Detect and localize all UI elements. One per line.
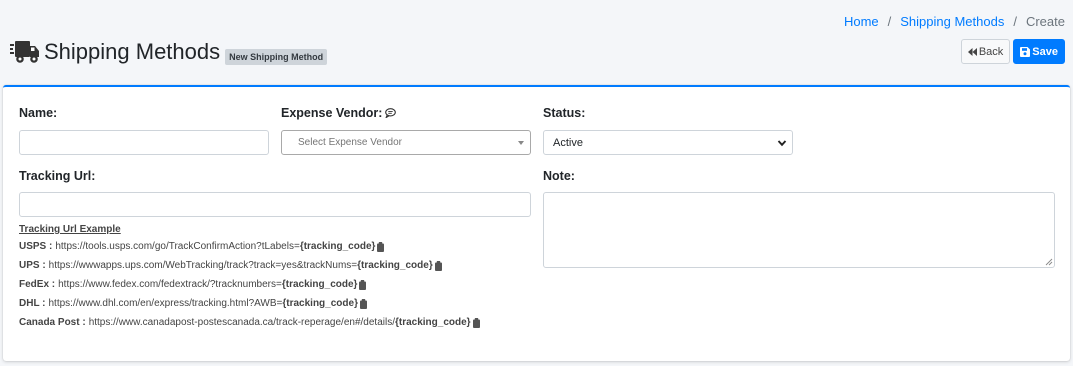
page-header: Shipping Methods New Shipping Method: [10, 38, 328, 66]
page-subtitle-badge: New Shipping Method: [225, 49, 328, 65]
note-label: Note:: [543, 169, 575, 183]
tracking-url-example-heading: Tracking Url Example: [19, 224, 121, 235]
breadcrumb-separator: /: [1013, 14, 1017, 29]
name-input[interactable]: [19, 130, 269, 155]
breadcrumb-home-link[interactable]: Home: [844, 14, 879, 29]
clipboard-icon[interactable]: [377, 241, 385, 252]
save-button-label: Save: [1032, 45, 1058, 58]
tracking-code-token: {tracking_code}: [299, 241, 376, 252]
backward-icon: [967, 47, 977, 56]
tracking-example-canada-post: Canada Post : https://www.canadapost-pos…: [19, 317, 480, 328]
floppy-disk-icon: [1020, 46, 1031, 57]
breadcrumb-separator: /: [887, 14, 892, 29]
tracking-code-token: {tracking_code}: [357, 260, 433, 271]
carrier-name: Canada Post :: [19, 317, 86, 328]
header-actions: Back Save: [960, 39, 1065, 64]
carrier-name: USPS :: [19, 241, 53, 252]
tracking-code-token: {tracking_code}: [282, 298, 358, 309]
save-button[interactable]: Save: [1013, 39, 1065, 64]
tracking-example-usps: USPS : https://tools.usps.com/go/TrackCo…: [19, 241, 385, 252]
tracking-example-dhl: DHL : https://www.dhl.com/en/express/tra…: [19, 298, 367, 309]
tracking-url-template: https://tools.usps.com/go/TrackConfirmAc…: [55, 241, 300, 252]
chevron-down-icon: [777, 140, 787, 147]
back-button-label: Back: [978, 45, 1004, 58]
truck-icon: [10, 41, 39, 63]
clipboard-icon[interactable]: [434, 260, 442, 271]
tracking-url-label: Tracking Url:: [19, 169, 96, 183]
dropdown-caret-icon: [518, 141, 524, 145]
tracking-code-token: {tracking_code}: [281, 279, 358, 290]
comment-icon[interactable]: [385, 108, 397, 118]
breadcrumb-shipping-methods-link[interactable]: Shipping Methods: [900, 14, 1004, 29]
carrier-name: FedEx :: [19, 279, 56, 290]
tracking-url-template: https://www.canadapost-postescanada.ca/t…: [88, 317, 395, 328]
tracking-example-fedex: FedEx : https://www.fedex.com/fedextrack…: [19, 279, 367, 290]
status-label: Status:: [543, 106, 586, 120]
status-select[interactable]: Active: [543, 130, 793, 155]
tracking-code-token: {tracking_code}: [394, 317, 471, 328]
expense-vendor-label-group: Expense Vendor:: [281, 106, 397, 120]
clipboard-icon[interactable]: [472, 317, 480, 328]
expense-vendor-placeholder: Select Expense Vendor: [298, 137, 402, 148]
clipboard-icon[interactable]: [359, 298, 367, 309]
clipboard-icon[interactable]: [359, 279, 367, 290]
status-selected-value: Active: [553, 136, 583, 149]
breadcrumb-current: Create: [1025, 14, 1065, 29]
tracking-url-input[interactable]: [19, 192, 531, 217]
expense-vendor-select[interactable]: Select Expense Vendor: [281, 130, 531, 155]
page-title: Shipping Methods: [44, 39, 221, 64]
name-label: Name:: [19, 106, 58, 120]
expense-vendor-label: Expense Vendor:: [281, 106, 383, 120]
note-textarea[interactable]: [543, 192, 1055, 268]
tracking-url-template: https://wwwapps.ups.com/WebTracking/trac…: [48, 260, 358, 271]
carrier-name: DHL :: [19, 298, 46, 309]
shipping-method-form-card: Name: Expense Vendor: Select Expense Ven…: [3, 85, 1070, 361]
back-button[interactable]: Back: [960, 39, 1011, 64]
tracking-url-template: https://www.fedex.com/fedextrack/?trackn…: [58, 279, 282, 290]
tracking-url-template: https://www.dhl.com/en/express/tracking.…: [48, 298, 283, 309]
carrier-name: UPS :: [19, 260, 46, 271]
tracking-example-ups: UPS : https://wwwapps.ups.com/WebTrackin…: [19, 260, 442, 271]
resize-grip-icon[interactable]: [1045, 258, 1053, 266]
breadcrumb: Home / Shipping Methods / Create: [844, 14, 1065, 29]
